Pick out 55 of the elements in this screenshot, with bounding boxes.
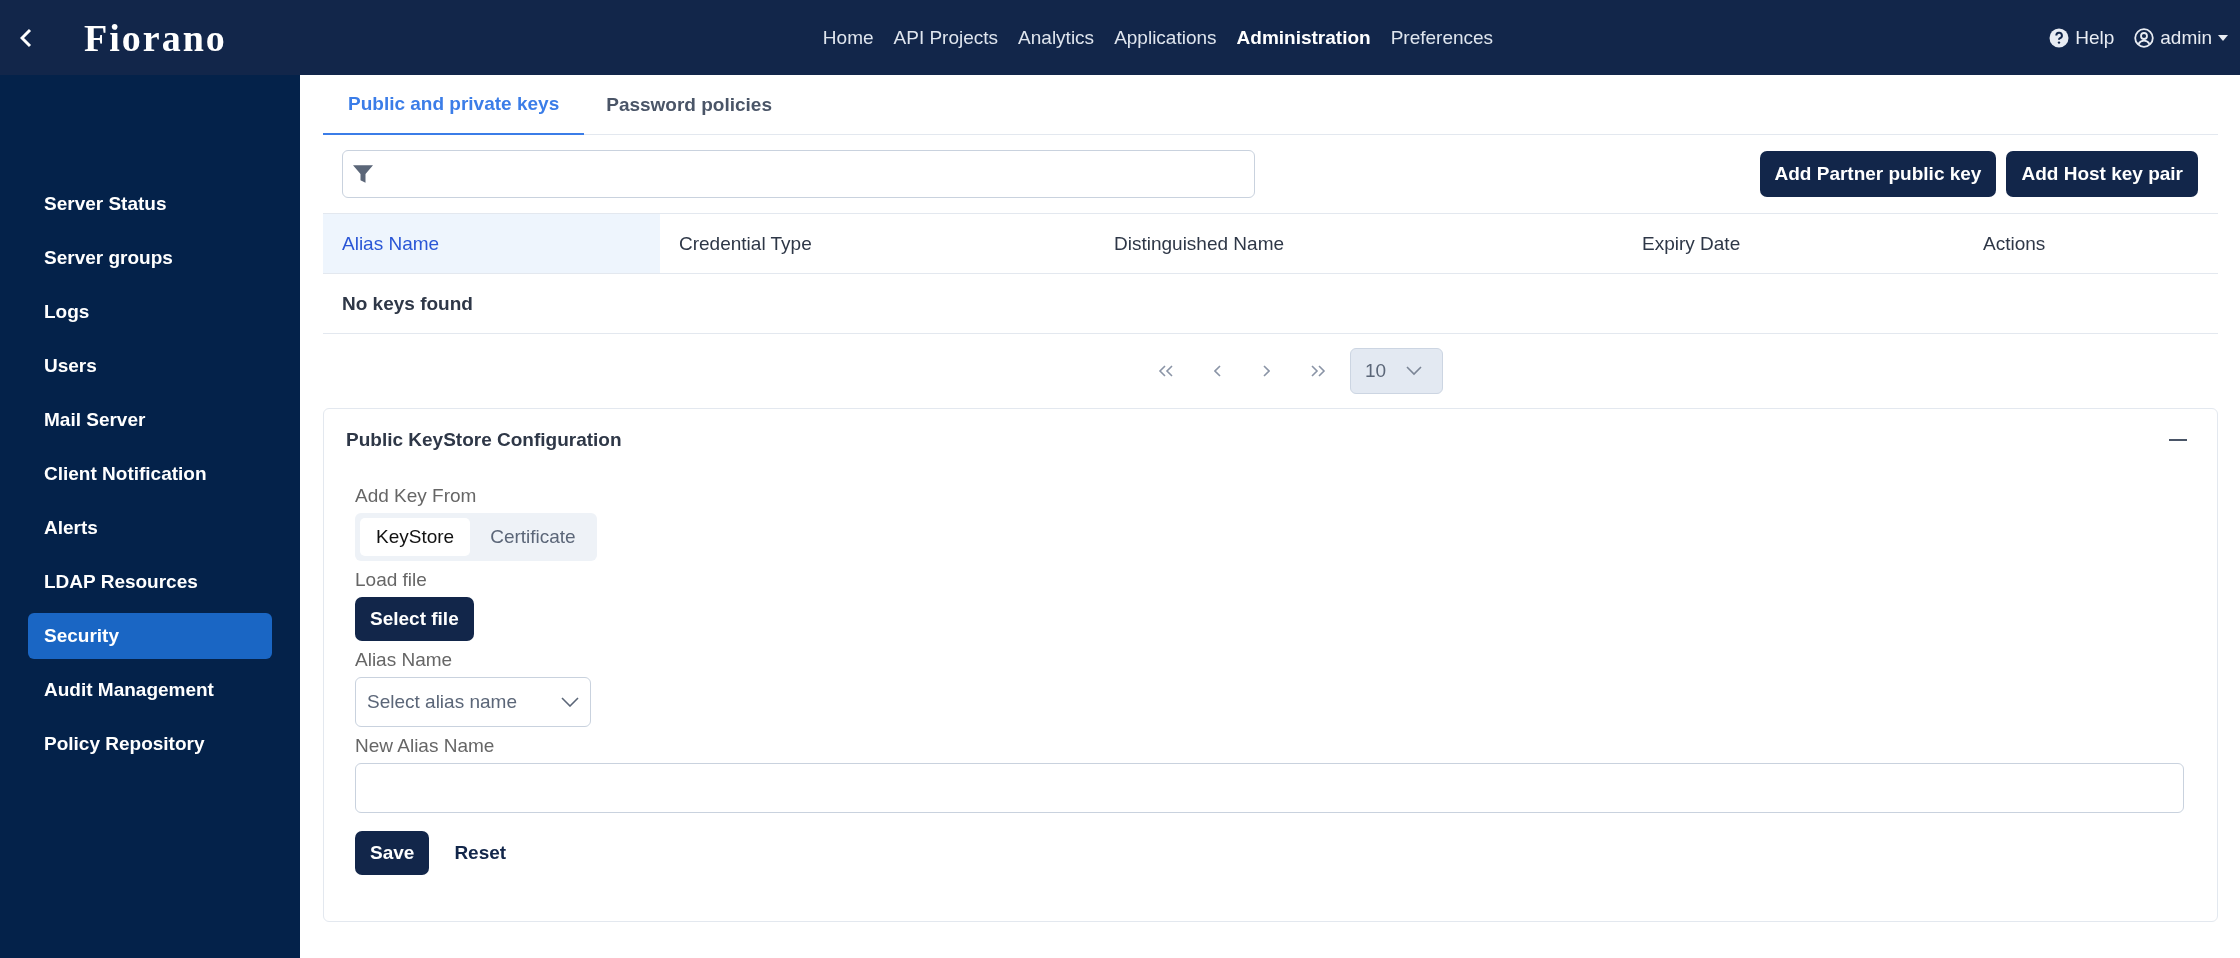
add-key-button[interactable]: Add Host key pair <box>2006 151 2198 197</box>
field-label: Load file <box>355 569 428 591</box>
sidebar-item[interactable]: Security <box>28 613 272 659</box>
tab[interactable]: Public and private keys <box>323 75 585 135</box>
chevron-down-icon <box>1406 366 1423 376</box>
field-label: Add Key From <box>355 485 478 507</box>
back-icon[interactable] <box>20 27 32 48</box>
sidebar-item[interactable]: Mail Server <box>28 397 272 443</box>
tab[interactable]: Password policies <box>584 75 794 135</box>
input-field[interactable] <box>355 763 2184 813</box>
column-header[interactable]: Alias Name <box>323 214 660 273</box>
next-page-icon[interactable] <box>1262 365 1270 377</box>
select-file-button[interactable]: Select file <box>355 597 474 641</box>
filter-field[interactable] <box>342 150 1255 198</box>
add-key-button[interactable]: Add Partner public key <box>1759 151 1997 197</box>
field-label: Alias Name <box>355 649 454 671</box>
first-page-icon[interactable] <box>1158 365 1174 377</box>
field-label: New Alias Name <box>355 735 496 757</box>
user-icon[interactable] <box>2134 27 2155 48</box>
nav-link[interactable]: Preferences <box>1390 26 1494 49</box>
page-size-select[interactable]: 10 <box>1350 348 1443 394</box>
segment-option[interactable]: KeyStore <box>360 518 471 556</box>
previous-page-icon[interactable] <box>1214 365 1222 377</box>
sidebar-item[interactable]: LDAP Resources <box>28 559 272 605</box>
caret-icon[interactable] <box>2218 34 2228 41</box>
column-header[interactable]: Expiry Date <box>1623 214 1964 273</box>
nav-link[interactable]: API Projects <box>893 26 999 49</box>
empty-message: No keys found <box>342 292 473 315</box>
sidebar-item[interactable]: Server Status <box>28 181 272 227</box>
sidebar-item[interactable]: Logs <box>28 289 272 335</box>
save-button[interactable]: Save <box>355 831 430 875</box>
nav-link[interactable]: Home <box>822 26 874 49</box>
sidebar-item[interactable]: Alerts <box>28 505 272 551</box>
sidebar-item[interactable]: Server groups <box>28 235 272 281</box>
user-menu[interactable]: admin <box>2160 26 2212 49</box>
segment-option[interactable]: Certificate <box>474 518 592 556</box>
reset-button[interactable]: Reset <box>439 831 522 875</box>
nav-link[interactable]: Administration <box>1236 26 1371 49</box>
sidebar-item[interactable]: Users <box>28 343 272 389</box>
sidebar-item[interactable]: Audit Management <box>28 667 272 713</box>
help-link[interactable]: Help <box>2075 26 2115 49</box>
column-header[interactable]: Actions <box>1964 214 2218 273</box>
filter-icon <box>353 164 373 184</box>
sidebar-item[interactable]: Policy Repository <box>28 721 272 767</box>
column-header[interactable]: Distinguished Name <box>1095 214 1623 273</box>
logo[interactable]: Fiorano <box>84 15 227 60</box>
last-page-icon[interactable] <box>1310 365 1326 377</box>
sidebar-item[interactable]: Client Notification <box>28 451 272 497</box>
column-header[interactable]: Credential Type <box>660 214 1095 273</box>
nav-link[interactable]: Applications <box>1114 26 1217 49</box>
chevron-down-icon <box>561 697 579 707</box>
help-icon[interactable] <box>2049 27 2070 48</box>
alias-select[interactable]: Select alias name <box>355 677 591 727</box>
panel-title: Public KeyStore Configuration <box>346 429 622 451</box>
nav-link[interactable]: Analytics <box>1018 26 1095 49</box>
